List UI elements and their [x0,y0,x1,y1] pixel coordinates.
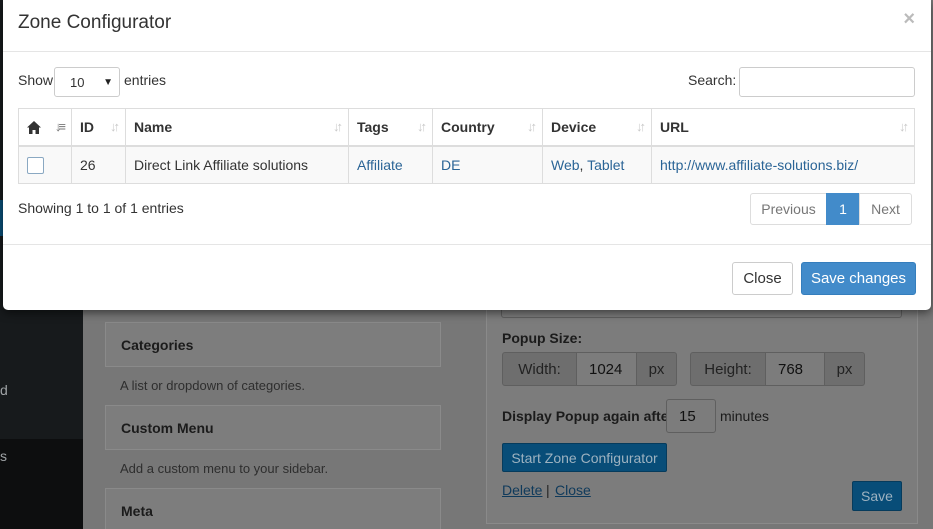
column-header-url[interactable]: URL ↓↑ [651,108,915,147]
sidebar-item-fragment[interactable]: d [0,382,8,398]
sort-icon: ↓↑ [636,119,646,134]
sidebar-item-fragment[interactable]: s [0,448,7,464]
save-changes-button[interactable]: Save changes [801,262,916,295]
modal-title: Zone Configurator [18,12,172,33]
column-header-id[interactable]: ID ↓↑ [71,108,126,147]
widget-description: Add a custom menu to your sidebar. [120,461,329,476]
sort-icon: ↓↑ [333,119,343,134]
minutes-label: minutes [720,408,770,424]
sort-icon: ↓≡ [54,119,66,134]
widget-title: Custom Menu [121,420,214,436]
search-label: Search: [688,72,737,88]
height-addon: Height: [690,352,766,386]
entries-length-value: 10 [70,74,85,90]
height-input[interactable]: 768 [765,352,825,386]
search-input[interactable] [739,67,915,97]
row-country-cell: DE [432,145,543,184]
width-input[interactable]: 1024 [576,352,637,386]
row-url-cell: http://www.affiliate-solutions.biz/ [651,145,915,184]
row-select-cell [18,145,72,184]
table-info: Showing 1 to 1 of 1 entries [18,200,184,216]
link-separator: | [546,482,550,498]
modal-header: Zone Configurator × [3,0,931,52]
show-label: Show [18,72,54,88]
row-name: Direct Link Affiliate solutions [125,145,349,184]
table-header-row: ↓≡ ID ↓↑ Name ↓↑ Tags ↓↑ Country ↓↑ Device ↓↑… [18,108,915,147]
widget-meta[interactable]: Meta [105,488,441,529]
column-header-device[interactable]: Device ↓↑ [542,108,652,147]
widget-title: Categories [121,337,194,353]
display-again-label: Display Popup again after [502,408,674,424]
sort-icon: ↓↑ [899,119,909,134]
row-device-cell: Web, Tablet [542,145,652,184]
widget-description: A list or dropdown of categories. [120,378,305,393]
pagination-next[interactable]: Next [859,193,912,225]
column-header-name[interactable]: Name ↓↑ [125,108,349,147]
country-link[interactable]: DE [441,157,460,173]
widget-title: Meta [121,503,153,519]
tag-link[interactable]: Affiliate [357,157,403,173]
zone-configurator-modal: Zone Configurator × Show 10 ▼ entries Se… [3,0,931,310]
width-addon: Width: [502,352,577,386]
zones-table: ↓≡ ID ↓↑ Name ↓↑ Tags ↓↑ Country ↓↑ Device ↓↑… [18,108,915,184]
close-button[interactable]: Close [732,262,793,295]
device-link-tablet[interactable]: Tablet [587,157,624,173]
sort-icon: ↓↑ [110,119,120,134]
entries-label: entries [124,72,167,88]
delete-link[interactable]: Delete [502,482,542,498]
row-id: 26 [71,145,126,184]
widget-custom-menu[interactable]: Custom Menu [105,405,441,450]
caret-down-icon: ▼ [103,77,113,88]
sort-icon: ↓↑ [527,119,537,134]
sort-icon: ↓↑ [417,119,427,134]
close-link[interactable]: Close [555,482,591,498]
home-icon [27,120,41,134]
width-unit: px [636,352,677,386]
url-link[interactable]: http://www.affiliate-solutions.biz/ [660,157,858,173]
device-separator: , [579,156,584,173]
pagination-page-current[interactable]: 1 [826,193,860,225]
column-header-tags[interactable]: Tags ↓↑ [348,108,433,147]
popup-size-label: Popup Size: [502,330,583,346]
device-link-web[interactable]: Web [551,157,580,173]
start-zone-configurator-button[interactable]: Start Zone Configurator [502,443,667,472]
pagination-previous[interactable]: Previous [750,193,827,225]
column-header-country[interactable]: Country ↓↑ [432,108,543,147]
pagination: Previous 1 Next [750,193,912,225]
widget-categories[interactable]: Categories [105,322,441,367]
sidebar-highlight [0,439,83,529]
row-tags-cell: Affiliate [348,145,433,184]
display-again-input[interactable]: 15 [666,399,716,433]
row-checkbox[interactable] [27,156,44,174]
close-icon[interactable]: × [903,8,915,31]
entries-length-select[interactable]: 10 ▼ [54,67,120,97]
height-unit: px [824,352,865,386]
widget-save-button[interactable]: Save [852,481,902,511]
column-select-header[interactable]: ↓≡ [18,108,72,147]
table-row: 26 Direct Link Affiliate solutions Affil… [18,145,915,184]
